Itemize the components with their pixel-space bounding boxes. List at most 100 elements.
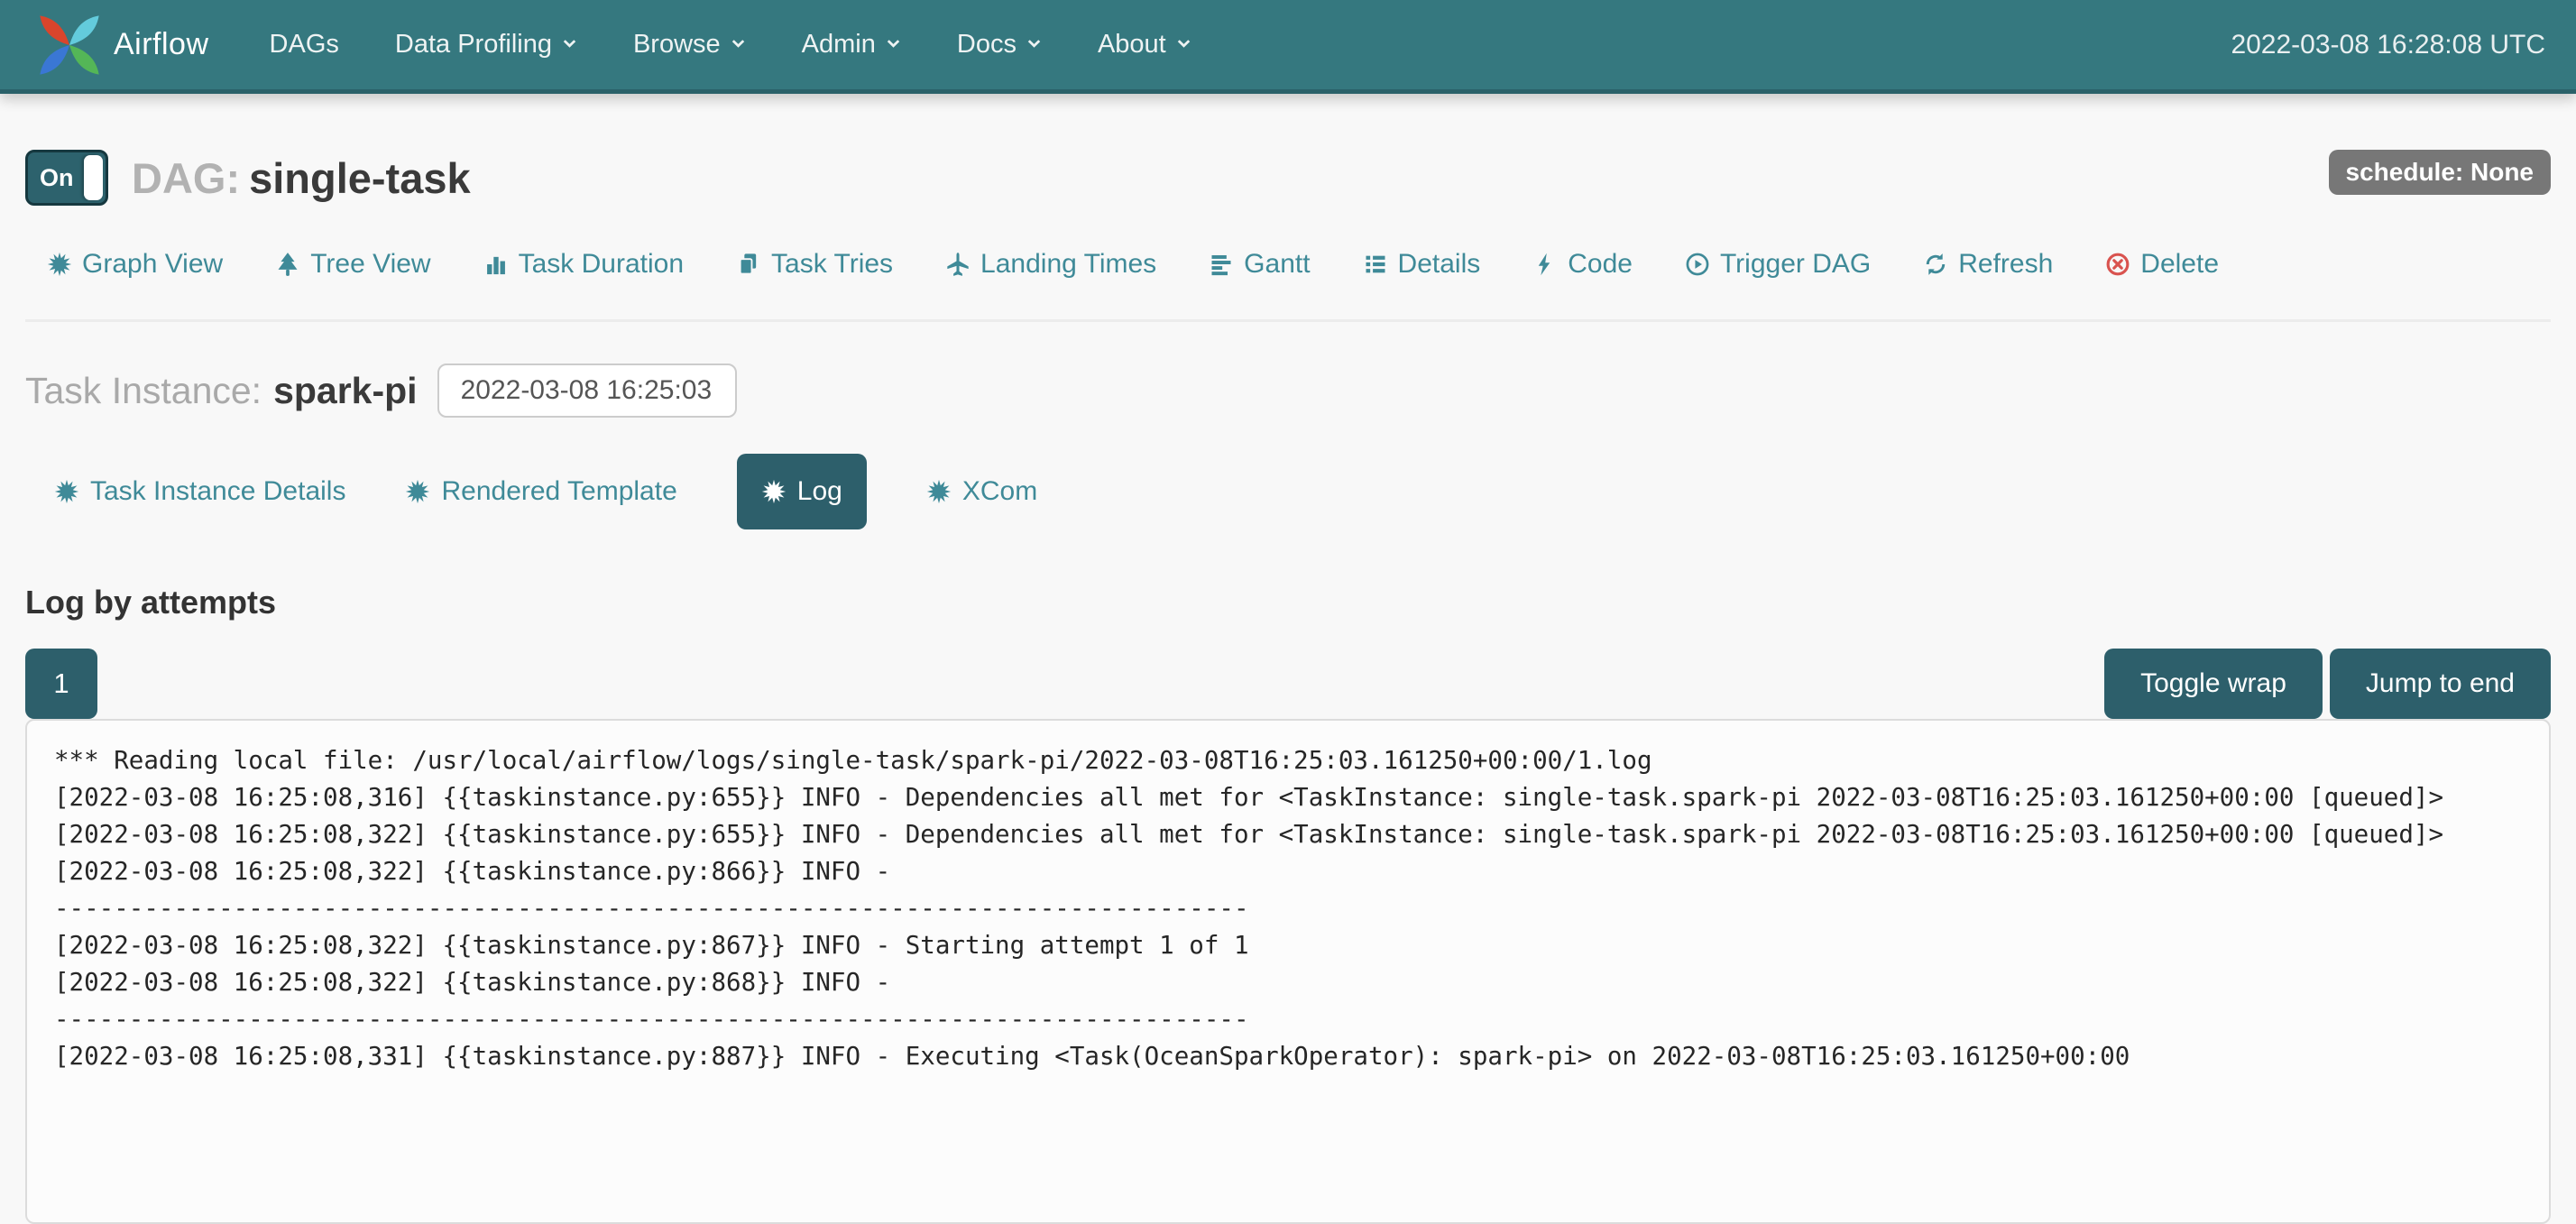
ti-tab-label: XCom bbox=[962, 476, 1037, 507]
attempt-buttons: 1 bbox=[25, 649, 97, 719]
ti-tab-xcom[interactable]: XCom bbox=[926, 476, 1037, 507]
toggle-knob bbox=[84, 155, 103, 200]
dag-tab-delete[interactable]: Delete bbox=[2105, 249, 2219, 280]
log-actions: Toggle wrap Jump to end bbox=[2104, 649, 2551, 719]
navbar-item-browse[interactable]: Browse bbox=[605, 0, 774, 89]
log-line: [2022-03-08 16:25:08,322] {{taskinstance… bbox=[54, 853, 2522, 890]
caret-down-icon bbox=[886, 37, 901, 52]
utc-clock: 2022-03-08 16:28:08 UTC bbox=[2231, 30, 2545, 60]
dag-tab-refresh[interactable]: Refresh bbox=[1923, 249, 2053, 280]
dag-tab-code[interactable]: Code bbox=[1532, 249, 1633, 280]
dag-pause-toggle[interactable]: On bbox=[25, 150, 108, 206]
ti-tab-label: Log bbox=[797, 476, 842, 507]
burst-icon bbox=[761, 479, 787, 504]
burst-icon bbox=[47, 252, 72, 277]
dag-tab-tree-view[interactable]: Tree View bbox=[275, 249, 430, 280]
dag-tab-landing-times[interactable]: Landing Times bbox=[945, 249, 1156, 280]
navbar-item-admin[interactable]: Admin bbox=[774, 0, 929, 89]
dag-tab-label: Landing Times bbox=[980, 249, 1156, 280]
navbar-item-label: DAGs bbox=[270, 30, 339, 60]
navbar-item-about[interactable]: About bbox=[1070, 0, 1219, 89]
dag-tab-details[interactable]: Details bbox=[1363, 249, 1481, 280]
ti-tab-task-instance-details[interactable]: Task Instance Details bbox=[54, 476, 345, 507]
dag-tab-label: Graph View bbox=[82, 249, 223, 280]
divider bbox=[25, 319, 2551, 322]
burst-icon bbox=[54, 479, 79, 504]
log-line: ----------------------------------------… bbox=[54, 1001, 2522, 1038]
task-instance-header: Task Instance: spark-pi bbox=[25, 364, 2551, 418]
dag-tab-label: Refresh bbox=[1958, 249, 2053, 280]
airflow-pinwheel-logo-icon bbox=[31, 6, 108, 84]
burst-icon bbox=[926, 479, 952, 504]
gantt-icon bbox=[1209, 252, 1234, 277]
log-output[interactable]: *** Reading local file: /usr/local/airfl… bbox=[25, 719, 2551, 1224]
log-line: [2022-03-08 16:25:08,322] {{taskinstance… bbox=[54, 927, 2522, 964]
caret-down-icon bbox=[731, 37, 746, 52]
log-line: *** Reading local file: /usr/local/airfl… bbox=[54, 742, 2522, 779]
task-instance-name: spark-pi bbox=[273, 370, 418, 412]
navbar-item-label: Browse bbox=[633, 30, 721, 60]
log-by-attempts-heading: Log by attempts bbox=[25, 584, 2551, 621]
dag-tab-task-duration[interactable]: Task Duration bbox=[483, 249, 684, 280]
dag-name: single-task bbox=[249, 154, 471, 202]
ti-tab-rendered-template[interactable]: Rendered Template bbox=[405, 476, 676, 507]
schedule-badge: schedule: None bbox=[2329, 150, 2551, 195]
ti-tab-label: Rendered Template bbox=[441, 476, 676, 507]
task-instance-label: Task Instance: bbox=[25, 370, 262, 412]
play-circle-icon bbox=[1685, 252, 1710, 277]
delete-circle-icon bbox=[2105, 252, 2130, 277]
jump-to-end-button[interactable]: Jump to end bbox=[2330, 649, 2551, 719]
navbar-item-label: Docs bbox=[957, 30, 1017, 60]
navbar-item-label: About bbox=[1098, 30, 1166, 60]
top-navbar: Airflow DAGs Data Profiling Browse Admin Doc… bbox=[0, 0, 2576, 94]
refresh-icon bbox=[1923, 252, 1948, 277]
toggle-on-label: On bbox=[40, 164, 74, 192]
files-icon bbox=[736, 252, 761, 277]
navbar-item-label: Data Profiling bbox=[395, 30, 552, 60]
dag-label: DAG: bbox=[132, 154, 240, 202]
burst-icon bbox=[405, 479, 430, 504]
attempts-toolbar: 1 Toggle wrap Jump to end bbox=[25, 649, 2551, 719]
dag-tab-label: Gantt bbox=[1244, 249, 1310, 280]
log-line: ----------------------------------------… bbox=[54, 890, 2522, 927]
toggle-wrap-button[interactable]: Toggle wrap bbox=[2104, 649, 2323, 719]
navbar-item-dags[interactable]: DAGs bbox=[242, 0, 367, 89]
log-line: [2022-03-08 16:25:08,331] {{taskinstance… bbox=[54, 1038, 2522, 1075]
dag-tab-label: Tree View bbox=[310, 249, 430, 280]
plane-icon bbox=[945, 252, 971, 277]
dag-header: On DAG:single-task schedule: None bbox=[25, 150, 2551, 206]
attempt-button-1[interactable]: 1 bbox=[25, 649, 97, 719]
brand-title: Airflow bbox=[114, 27, 209, 62]
ti-tab-label: Task Instance Details bbox=[90, 476, 345, 507]
dag-tab-label: Code bbox=[1568, 249, 1633, 280]
log-line: [2022-03-08 16:25:08,322] {{taskinstance… bbox=[54, 964, 2522, 1001]
caret-down-icon bbox=[1176, 37, 1191, 52]
list-icon bbox=[1363, 252, 1388, 277]
caret-down-icon bbox=[562, 37, 577, 52]
dag-tab-gantt[interactable]: Gantt bbox=[1209, 249, 1310, 280]
dag-tab-label: Task Duration bbox=[519, 249, 684, 280]
navbar-menu: DAGs Data Profiling Browse Admin Docs About bbox=[242, 0, 1219, 89]
bolt-icon bbox=[1532, 252, 1558, 277]
navbar-item-label: Admin bbox=[802, 30, 876, 60]
dag-tab-task-tries[interactable]: Task Tries bbox=[736, 249, 893, 280]
log-line: [2022-03-08 16:25:08,316] {{taskinstance… bbox=[54, 779, 2522, 816]
dag-tab-graph-view[interactable]: Graph View bbox=[47, 249, 223, 280]
bar-chart-icon bbox=[483, 252, 509, 277]
dag-tab-label: Task Tries bbox=[771, 249, 893, 280]
navbar-item-data-profiling[interactable]: Data Profiling bbox=[367, 0, 605, 89]
dag-tab-label: Trigger DAG bbox=[1720, 249, 1871, 280]
dag-tab-trigger-dag[interactable]: Trigger DAG bbox=[1685, 249, 1871, 280]
main-content: On DAG:single-task schedule: None Graph … bbox=[0, 150, 2576, 1224]
dag-view-tabs: Graph View Tree View Task Duration Task Tri… bbox=[25, 249, 2551, 280]
tree-icon bbox=[275, 252, 300, 277]
log-line: [2022-03-08 16:25:08,322] {{taskinstance… bbox=[54, 816, 2522, 853]
task-instance-tabs: Task Instance Details Rendered Template Lo… bbox=[25, 454, 2551, 529]
navbar-item-docs[interactable]: Docs bbox=[929, 0, 1070, 89]
execution-date-input[interactable] bbox=[437, 364, 737, 418]
airflow-brand[interactable]: Airflow bbox=[31, 6, 209, 84]
dag-tab-label: Details bbox=[1398, 249, 1481, 280]
caret-down-icon bbox=[1026, 37, 1042, 52]
page-title: DAG:single-task bbox=[132, 153, 471, 203]
ti-tab-log[interactable]: Log bbox=[737, 454, 867, 529]
